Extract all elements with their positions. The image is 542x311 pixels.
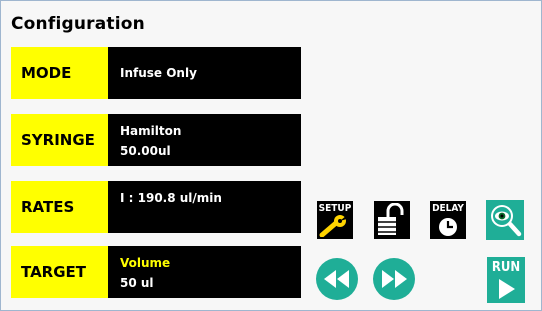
run-button-label: RUN	[491, 260, 521, 275]
target-label: TARGET	[11, 246, 108, 298]
run-button[interactable]: RUN	[487, 257, 525, 303]
syringe-label: SYRINGE	[11, 114, 108, 166]
target-value: Volume 50 ul	[108, 246, 301, 298]
mode-value: Infuse Only	[108, 47, 301, 99]
syringe-brand: Hamilton	[120, 124, 182, 138]
rates-row[interactable]: RATES I : 190.8 ul/min	[11, 181, 301, 233]
unlock-icon	[378, 203, 404, 235]
syringe-value: Hamilton 50.00ul	[108, 114, 301, 166]
mode-row[interactable]: MODE Infuse Only	[11, 47, 301, 99]
rewind-icon	[324, 270, 349, 288]
eye-magnifier-icon	[491, 205, 522, 237]
target-amount: 50 ul	[120, 276, 154, 290]
syringe-volume: 50.00ul	[120, 144, 171, 158]
target-row[interactable]: TARGET Volume 50 ul	[11, 246, 301, 298]
wrench-icon	[319, 215, 350, 237]
clock-icon	[439, 218, 457, 236]
play-icon	[499, 279, 515, 299]
rates-value: I : 190.8 ul/min	[108, 181, 301, 233]
mode-value-text: Infuse Only	[120, 66, 197, 80]
fast-forward-button[interactable]	[373, 258, 415, 300]
rewind-button[interactable]	[316, 258, 358, 300]
page-title: Configuration	[11, 14, 145, 34]
infuse-rate: I : 190.8 ul/min	[120, 191, 222, 205]
rates-label: RATES	[11, 181, 108, 233]
fast-forward-icon	[382, 270, 407, 288]
setup-button[interactable]: SETUP	[317, 201, 353, 239]
mode-label: MODE	[11, 47, 108, 99]
target-type: Volume	[120, 256, 171, 270]
unlock-button[interactable]	[374, 201, 410, 239]
delay-button[interactable]: DELAY	[430, 201, 466, 239]
delay-button-label: DELAY	[432, 203, 464, 214]
setup-button-label: SETUP	[318, 203, 352, 214]
view-button[interactable]	[486, 200, 524, 240]
syringe-row[interactable]: SYRINGE Hamilton 50.00ul	[11, 114, 301, 166]
